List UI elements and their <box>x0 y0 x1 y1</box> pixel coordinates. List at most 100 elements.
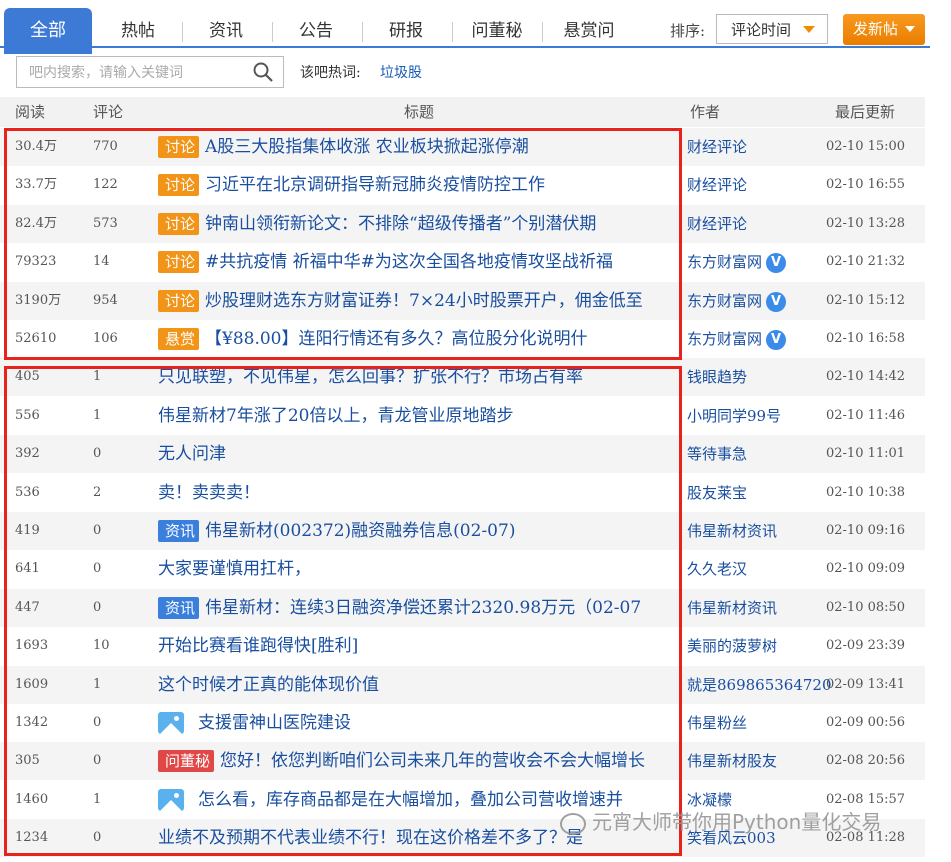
read-count: 30.4万 <box>15 139 57 154</box>
author-link[interactable]: 财经评论 <box>687 138 747 156</box>
author-link[interactable]: 美丽的菠萝树 <box>687 637 777 655</box>
sort-label: 排序: <box>670 22 706 40</box>
read-count: 536 <box>15 484 40 500</box>
author-cell: 小明同学99号 <box>687 397 781 435</box>
post-title-link[interactable]: 钟南山领衔新论文：不排除“超级传播者”个别潜伏期 <box>205 214 596 234</box>
last-updated: 02-10 09:09 <box>826 561 906 577</box>
author-link[interactable]: 伟星新材股友 <box>687 752 777 770</box>
author-cell: 股友莱宝 <box>687 474 747 512</box>
column-reads: 阅读 <box>15 103 46 121</box>
table-row: 33.7万 122 讨论 习近平在北京调研指导新冠肺炎疫情防控工作 财经评论 02-10 … <box>0 166 925 204</box>
author-link[interactable]: 东方财富网 <box>687 253 762 271</box>
read-count: 82.4万 <box>15 215 57 231</box>
post-title-link[interactable]: 卖！卖卖卖！ <box>158 483 260 503</box>
comment-count: 14 <box>93 254 110 270</box>
sort-select[interactable]: 评论时间 <box>716 14 828 44</box>
author-link[interactable]: 伟星新材资讯 <box>687 522 777 540</box>
tab-divider <box>362 22 363 42</box>
new-post-button[interactable]: 发新帖 <box>843 14 925 45</box>
comment-count: 0 <box>93 523 102 538</box>
author-link[interactable]: 股友莱宝 <box>687 484 747 502</box>
title-cell: 问董秘 您好！依您判断咱们公司未来几年的营收会不会大幅增长 <box>158 742 678 780</box>
hot-word-link[interactable]: 垃圾股 <box>380 62 422 82</box>
title-cell: 无人问津 <box>158 435 678 473</box>
comment-count: 0 <box>93 561 102 577</box>
post-title-link[interactable]: #共抗疫情 祈福中华#为这次全国各地疫情攻坚战祈福 <box>205 252 613 272</box>
search-icon[interactable] <box>253 62 273 82</box>
post-title-link[interactable]: 开始比赛看谁跑得快[胜利] <box>158 636 358 656</box>
comment-count: 10 <box>93 638 110 654</box>
author-link[interactable]: 东方财富网 <box>687 330 762 348</box>
post-title-link[interactable]: A股三大股指集体收涨 农业板块掀起涨停潮 <box>205 137 529 157</box>
hot-words-label: 该吧热词: <box>300 65 361 81</box>
table-row: 52610 106 悬赏 【¥88.00】连阳行情还有多久？高位股分化说明什 东方财富网… <box>0 320 925 358</box>
table-row: 447 0 资讯 伟星新材：连续3日融资净偿还累计2320.98万元（02-07 伟星新… <box>0 588 925 627</box>
read-count: 33.7万 <box>15 177 57 193</box>
read-count: 3190万 <box>15 292 62 308</box>
title-cell: 讨论 #共抗疫情 祈福中华#为这次全国各地疫情攻坚战祈福 <box>158 243 678 281</box>
post-title-link[interactable]: 炒股理财选东方财富证券！7×24小时股票开户，佣金低至 <box>205 291 643 311</box>
title-cell: 大家要谨慎用扛杆， <box>158 550 678 588</box>
column-updated: 最后更新 <box>835 103 896 121</box>
read-count: 1693 <box>15 638 49 654</box>
post-title-link[interactable]: 伟星新材7年涨了20倍以上，青龙管业原地踏步 <box>158 406 513 426</box>
post-title-link[interactable]: 习近平在北京调研指导新冠肺炎疫情防控工作 <box>205 175 545 195</box>
author-link[interactable]: 久久老汉 <box>687 560 747 578</box>
table-row: 1693 10 开始比赛看谁跑得快[胜利] 美丽的菠萝树 02-09 23:39 <box>0 627 925 665</box>
post-tag-badge: 讨论 <box>158 212 200 235</box>
tab-bar: 全部 热帖 资讯 公告 研报 问董秘 悬赏问 排序: 评论时间 发新帖 <box>0 8 951 54</box>
post-title-link[interactable]: 伟星新材：连续3日融资净偿还累计2320.98万元（02-07 <box>205 598 641 618</box>
post-title-link[interactable]: 您好！依您判断咱们公司未来几年的营收会不会大幅增长 <box>220 751 645 771</box>
post-title-link[interactable]: 伟星新材(002372)融资融券信息(02-07) <box>205 521 515 541</box>
tab-divider <box>272 22 273 42</box>
table-row: 405 1 只见联塑，不见伟星，怎么回事？扩张不行？市场占有率 钱眼趋势 02-10 1… <box>0 358 925 397</box>
post-tag-badge: 资讯 <box>158 520 200 542</box>
table-row: 305 0 问董秘 您好！依您判断咱们公司未来几年的营收会不会大幅增长 伟星新材股友 02… <box>0 742 925 781</box>
title-cell: 讨论 习近平在北京调研指导新冠肺炎疫情防控工作 <box>158 166 678 204</box>
author-link[interactable]: 钱眼趋势 <box>687 368 747 386</box>
wechat-icon <box>560 812 586 835</box>
last-updated: 02-10 16:55 <box>826 177 906 193</box>
author-link[interactable]: 伟星新材资讯 <box>687 599 777 617</box>
title-cell: 资讯 伟星新材：连续3日融资净偿还累计2320.98万元（02-07 <box>158 589 678 627</box>
tab-announcements[interactable]: 公告 <box>278 18 354 44</box>
tab-news[interactable]: 资讯 <box>188 18 264 44</box>
post-tag-badge: 讨论 <box>158 136 200 158</box>
column-comments: 评论 <box>93 103 124 121</box>
tab-ask-secretary[interactable]: 问董秘 <box>456 18 538 44</box>
author-link[interactable]: 小明同学99号 <box>687 407 781 425</box>
tab-hot[interactable]: 热帖 <box>100 18 176 44</box>
comment-count: 0 <box>93 753 102 769</box>
author-link[interactable]: 就是869865364720 <box>687 676 832 694</box>
tab-bounty[interactable]: 悬赏问 <box>548 18 630 44</box>
author-cell: 财经评论 <box>687 166 747 204</box>
search-input[interactable] <box>17 57 251 89</box>
comment-count: 954 <box>93 292 118 308</box>
author-link[interactable]: 东方财富网 <box>687 292 762 310</box>
title-cell: 卖！卖卖卖！ <box>158 474 678 512</box>
read-count: 1234 <box>15 830 49 846</box>
last-updated: 02-10 15:12 <box>826 292 906 308</box>
author-link[interactable]: 财经评论 <box>687 215 747 233</box>
post-title-link[interactable]: 业绩不及预期不代表业绩不行！现在这价格差不多了？是 <box>158 828 583 848</box>
read-count: 447 <box>15 599 40 615</box>
author-link[interactable]: 伟星粉丝 <box>687 714 747 732</box>
sort-value: 评论时间 <box>731 21 792 39</box>
last-updated: 02-10 14:42 <box>826 369 906 385</box>
post-title-link[interactable]: 【¥88.00】连阳行情还有多久？高位股分化说明什 <box>205 329 587 349</box>
title-cell: 伟星新材7年涨了20倍以上，青龙管业原地踏步 <box>158 397 678 435</box>
post-title-link[interactable]: 支援雷神山医院建设 <box>198 713 351 733</box>
post-title-link[interactable]: 这个时候才正真的能体现价值 <box>158 675 379 695</box>
post-title-link[interactable]: 无人问津 <box>158 444 226 464</box>
table-row: 79323 14 讨论 #共抗疫情 祈福中华#为这次全国各地疫情攻坚战祈福 东方财富网 V… <box>0 243 925 281</box>
post-title-link[interactable]: 只见联塑，不见伟星，怎么回事？扩张不行？市场占有率 <box>158 367 583 387</box>
title-cell: 悬赏 【¥88.00】连阳行情还有多久？高位股分化说明什 <box>158 320 678 358</box>
title-cell: 这个时候才正真的能体现价值 <box>158 666 678 704</box>
author-link[interactable]: 财经评论 <box>687 176 747 194</box>
comment-count: 573 <box>93 215 118 231</box>
post-title-link[interactable]: 大家要谨慎用扛杆， <box>158 559 311 579</box>
author-link[interactable]: 等待事急 <box>687 445 747 463</box>
table-row: 392 0 无人问津 等待事急 02-10 11:01 <box>0 435 925 474</box>
tab-research[interactable]: 研报 <box>368 18 444 44</box>
comment-count: 106 <box>93 331 118 346</box>
